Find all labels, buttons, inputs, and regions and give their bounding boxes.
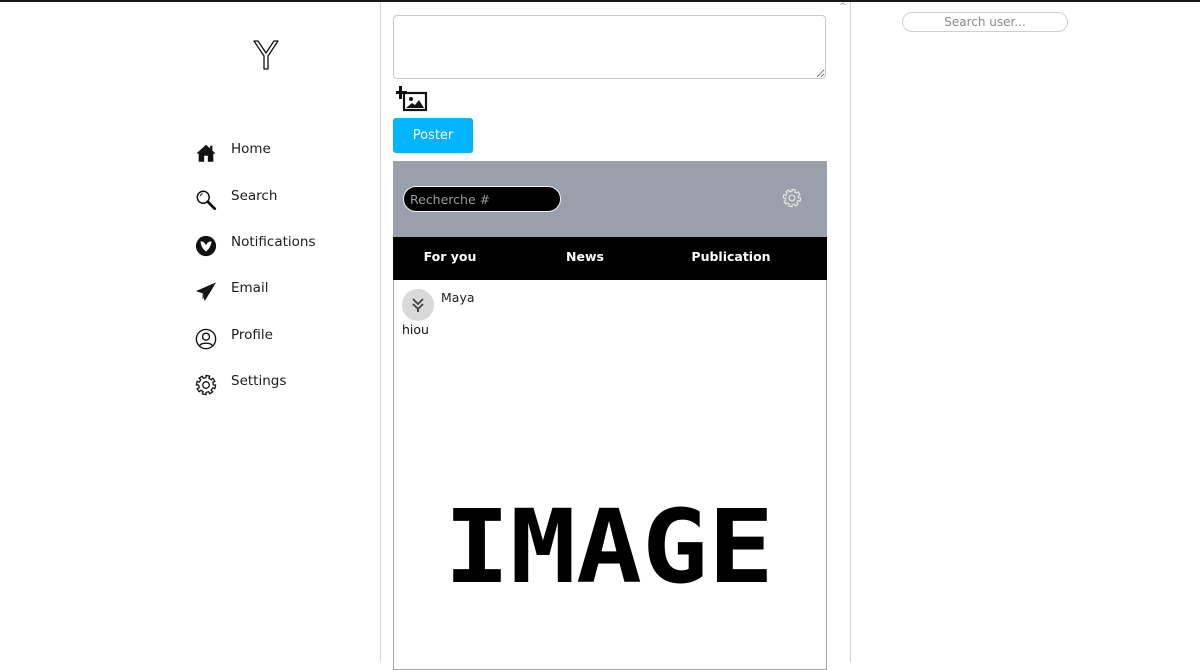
gear-icon[interactable] bbox=[782, 188, 802, 208]
sidebar-item-notifications[interactable]: Notifications bbox=[194, 223, 316, 269]
sidebar-item-label: Settings bbox=[231, 373, 287, 390]
sidebar-item-email[interactable]: Email bbox=[194, 269, 316, 315]
feed-tabs: For you News Publication bbox=[393, 237, 827, 280]
tab-news[interactable]: News bbox=[553, 237, 617, 280]
sidebar-item-search[interactable]: Search bbox=[194, 176, 316, 222]
hashtag-search-input[interactable] bbox=[403, 186, 561, 212]
sidebar-nav: Home Search Notifications Email Profile … bbox=[194, 130, 316, 408]
column-divider-left bbox=[380, 2, 381, 662]
column-divider-right bbox=[850, 2, 851, 662]
home-icon bbox=[194, 141, 218, 165]
avatar[interactable] bbox=[402, 289, 434, 321]
sidebar-item-label: Notifications bbox=[231, 233, 316, 250]
chevrons-down-icon bbox=[412, 298, 424, 312]
tab-publication[interactable]: Publication bbox=[683, 237, 779, 280]
search-icon bbox=[194, 188, 218, 212]
post-button[interactable]: Poster bbox=[393, 118, 473, 153]
y-logo-icon[interactable] bbox=[252, 38, 280, 72]
sidebar-item-profile[interactable]: Profile bbox=[194, 316, 316, 362]
sidebar-item-label: Search bbox=[231, 187, 278, 204]
post-card: Maya hiou IMAGE bbox=[393, 280, 827, 670]
sidebar-item-settings[interactable]: Settings bbox=[194, 362, 316, 408]
user-circle-icon bbox=[194, 327, 218, 351]
feed-header bbox=[393, 161, 827, 237]
post-text: hiou bbox=[402, 322, 429, 337]
notifications-icon bbox=[194, 234, 218, 258]
sidebar-item-label: Home bbox=[231, 141, 271, 158]
sidebar-item-label: Profile bbox=[231, 326, 273, 343]
user-search-input[interactable] bbox=[902, 12, 1068, 32]
scroll-up-arrow-icon[interactable]: ^ bbox=[839, 2, 847, 12]
paper-plane-icon bbox=[194, 280, 218, 304]
post-author[interactable]: Maya bbox=[441, 290, 475, 305]
tab-for-you[interactable]: For you bbox=[407, 237, 493, 280]
gear-icon bbox=[194, 373, 218, 397]
post-image: IMAGE bbox=[444, 502, 774, 592]
post-compose-textarea[interactable] bbox=[393, 15, 826, 79]
sidebar-item-label: Email bbox=[231, 280, 269, 297]
post-image-text: IMAGE bbox=[444, 502, 774, 592]
sidebar-item-home[interactable]: Home bbox=[194, 130, 316, 176]
add-image-icon[interactable] bbox=[394, 86, 428, 112]
